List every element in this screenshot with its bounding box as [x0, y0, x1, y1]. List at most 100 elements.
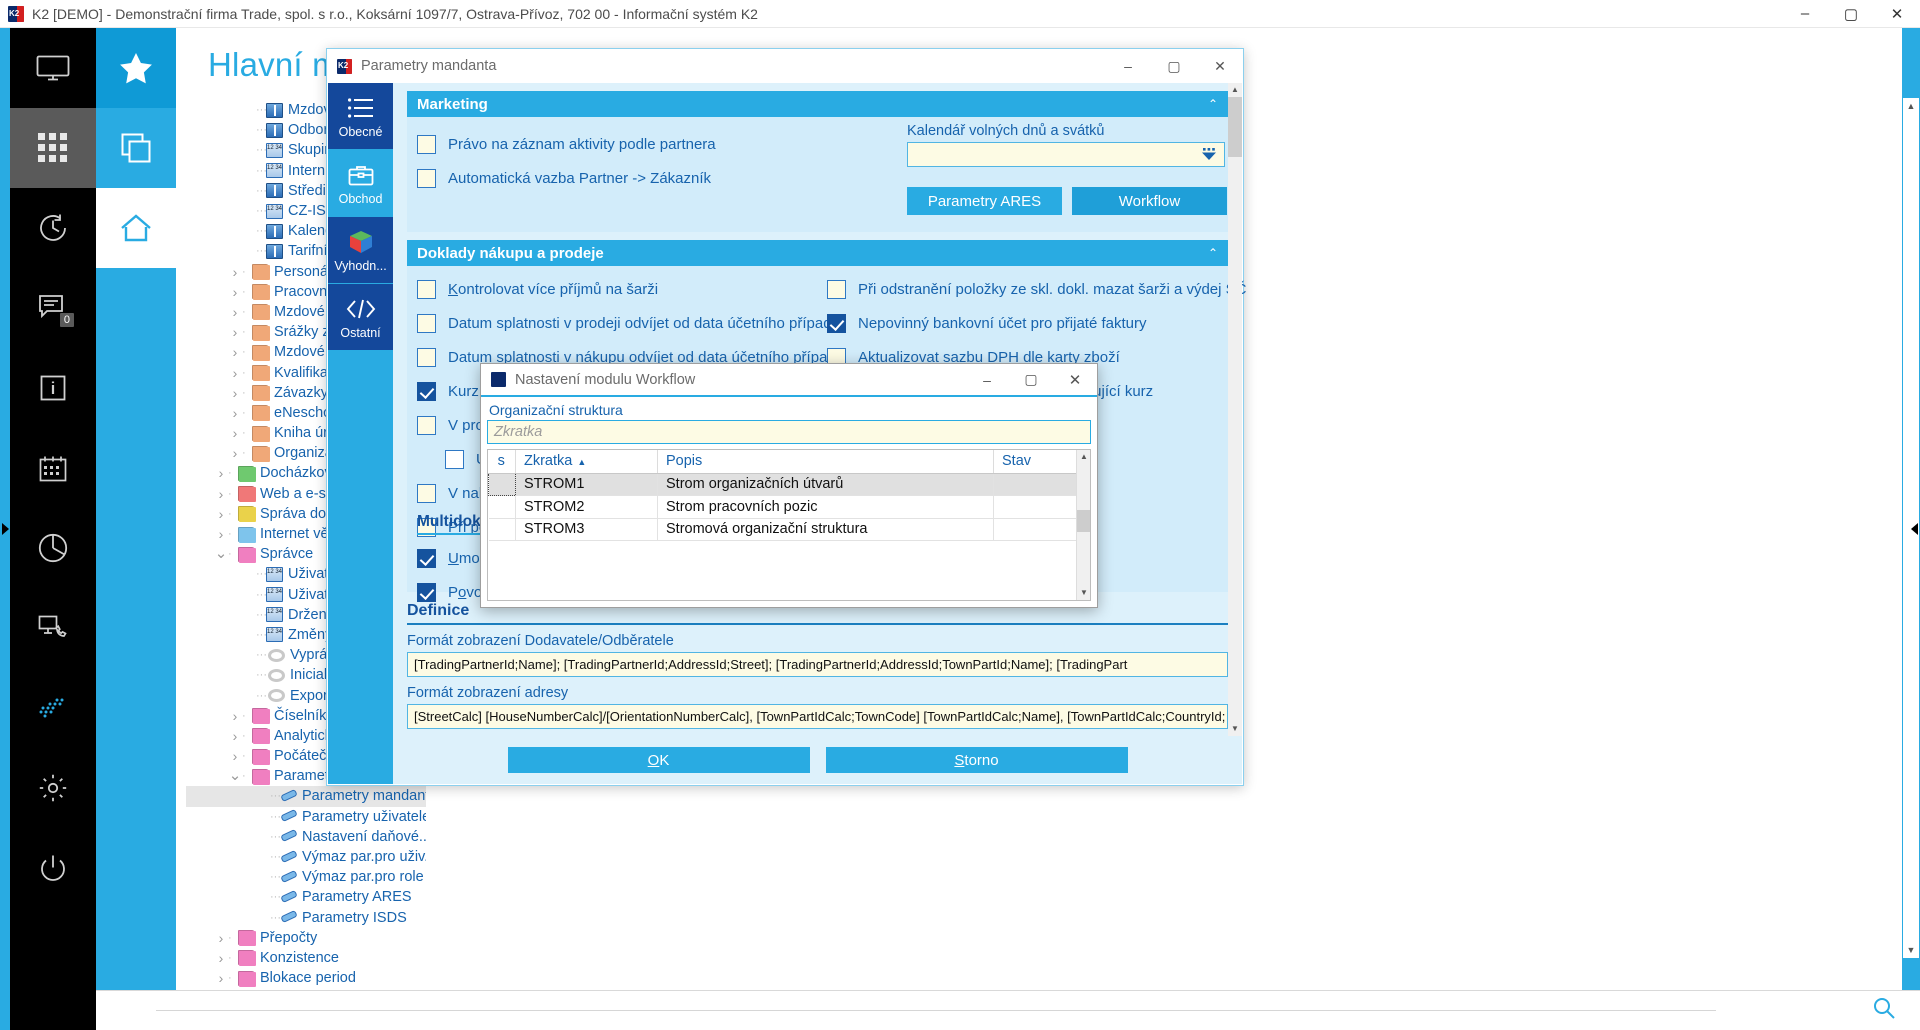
checkbox-datum-splatnosti-prodej[interactable] [417, 313, 436, 333]
expand-left-arrow-icon[interactable] [2, 523, 9, 535]
checkbox-povolit-zmenu-ceny[interactable] [417, 582, 436, 602]
workflow-close-button[interactable]: ✕ [1053, 364, 1097, 395]
storno-button[interactable]: Storno [825, 747, 1128, 773]
column-header-popis[interactable]: Popis [657, 450, 994, 474]
checkbox-umoznit-tvorbu-multidokladu[interactable] [417, 548, 436, 568]
table-row[interactable]: STROM3 Stromová organizační struktura [488, 518, 1090, 541]
chevron-up-icon[interactable]: ⌃ [1208, 246, 1218, 260]
checkbox-datum-splatnosti-nakup[interactable] [417, 347, 436, 367]
parametry-close-button[interactable]: ✕ [1197, 49, 1243, 83]
column-header-s[interactable]: s [488, 450, 516, 474]
checkbox-v-nabidkach-kreditni-limit[interactable] [417, 483, 436, 503]
chevron-right-icon[interactable]: › [228, 304, 242, 320]
column-header-zkratka[interactable]: Zkratka ▲ [515, 450, 658, 474]
chevron-right-icon[interactable]: › [228, 708, 242, 724]
chevron-right-icon[interactable]: › [228, 365, 242, 381]
workflow-maximize-button[interactable]: ▢ [1009, 364, 1053, 395]
tree-item[interactable]: › · Konzistence [186, 948, 426, 968]
parametry-maximize-button[interactable]: ▢ [1151, 49, 1197, 83]
chevron-right-icon[interactable]: › [214, 950, 228, 966]
checkbox-udaje-o-kreditnim-limitu[interactable] [445, 449, 464, 469]
parametry-minimize-button[interactable]: – [1105, 49, 1151, 83]
workflow-minimize-button[interactable]: – [965, 364, 1009, 395]
workflow-scroll-down-icon[interactable]: ▼ [1077, 586, 1091, 600]
chevron-right-icon[interactable]: › [214, 465, 228, 481]
workflow-scroll-up-icon[interactable]: ▲ [1077, 450, 1091, 464]
format-dodavatele-input[interactable]: [TradingPartnerId;Name]; [TradingPartner… [407, 652, 1228, 677]
parametry-nav-obchod[interactable]: Obchod [328, 150, 393, 217]
chevron-right-icon[interactable]: › [228, 405, 242, 421]
chevron-down-icon[interactable]: ⌄ [228, 768, 242, 783]
table-row[interactable]: STROM1 Strom organizačních útvarů [488, 472, 1090, 496]
format-adresy-input[interactable]: [StreetCalc] [HouseNumberCalc]/[Orientat… [407, 704, 1228, 729]
rail-item-history[interactable] [10, 188, 96, 268]
row-select-cell[interactable] [488, 495, 516, 519]
rail-item-settings[interactable] [10, 748, 96, 828]
chevron-right-icon[interactable]: › [214, 506, 228, 522]
checkbox-kontrolovat-vice-prijmu[interactable] [417, 279, 436, 299]
checkbox-row[interactable]: Nepovinný bankovní účet pro přijaté fakt… [827, 306, 1247, 340]
tree-item[interactable]: ··· Parametry mandanta [186, 786, 426, 807]
workflow-button[interactable]: Workflow [1072, 187, 1227, 215]
chevron-right-icon[interactable]: › [228, 264, 242, 280]
chevron-right-icon[interactable]: › [214, 486, 228, 502]
tree-item[interactable]: › · Blokace period [186, 968, 426, 988]
workflow-dialog-titlebar[interactable]: Nastavení modulu Workflow – ▢ ✕ [481, 364, 1097, 395]
cyanrail-item-favorites[interactable] [96, 28, 176, 108]
checkbox-row[interactable]: Datum splatnosti v prodeji odvíjet od da… [417, 306, 844, 340]
outer-scroll-up-icon[interactable]: ▲ [1903, 98, 1919, 114]
chevron-down-icon[interactable] [1200, 147, 1218, 163]
parametry-nav-ostatni[interactable]: Ostatní [328, 284, 393, 351]
checkbox-nepovinny-bankovni-ucet[interactable] [827, 313, 846, 333]
parametry-nav-obecne[interactable]: Obecné [328, 83, 393, 150]
tree-item[interactable]: ··· Výmaz par.pro uživ. [186, 847, 426, 867]
rail-item-desktop[interactable] [10, 28, 96, 108]
tree-item[interactable]: ··· Parametry uživatele [186, 807, 426, 827]
chevron-right-icon[interactable]: › [228, 385, 242, 401]
rail-item-messages[interactable]: 0 [10, 268, 96, 348]
rail-item-news[interactable] [10, 668, 96, 748]
checkbox-pravo-na-zaznam-aktivity[interactable] [417, 134, 436, 154]
chevron-right-icon[interactable]: › [214, 930, 228, 946]
tree-item[interactable]: ··· Parametry ISDS [186, 908, 426, 928]
tree-item[interactable]: ··· Parametry ARES [186, 887, 426, 907]
expand-right-arrow-icon[interactable] [1911, 523, 1918, 535]
rail-item-remote-support[interactable] [10, 588, 96, 668]
doklady-section-header[interactable]: Doklady nákupu a prodeje ⌃ [407, 240, 1228, 266]
parametry-nav-vyhodnoceni[interactable]: Vyhodn... [328, 217, 393, 284]
parametry-scroll-down-icon[interactable]: ▼ [1228, 722, 1242, 736]
checkbox-automaticka-vazba-partner[interactable] [417, 168, 436, 188]
calendar-field-input[interactable] [907, 142, 1225, 167]
window-close-button[interactable]: ✕ [1874, 0, 1920, 28]
rail-item-reports[interactable] [10, 508, 96, 588]
chevron-down-icon[interactable]: ⌄ [214, 546, 228, 561]
rail-item-power[interactable] [10, 828, 96, 908]
window-maximize-button[interactable]: ▢ [1828, 0, 1874, 28]
chevron-right-icon[interactable]: › [228, 445, 242, 461]
chevron-right-icon[interactable]: › [228, 425, 242, 441]
chevron-up-icon[interactable]: ⌃ [1208, 97, 1218, 111]
checkbox-row[interactable]: Právo na záznam aktivity podle partnera [417, 127, 716, 161]
chevron-right-icon[interactable]: › [228, 344, 242, 360]
parametry-ares-button[interactable]: Parametry ARES [907, 187, 1062, 215]
checkbox-row[interactable]: Automatická vazba Partner -> Zákazník [417, 161, 716, 195]
chevron-right-icon[interactable]: › [228, 748, 242, 764]
workflow-scroll-thumb[interactable] [1077, 510, 1090, 532]
workflow-table-scrollbar[interactable]: ▲ ▼ [1076, 450, 1090, 600]
chevron-right-icon[interactable]: › [228, 284, 242, 300]
tree-item[interactable]: ··· Nastavení daňové... [186, 827, 426, 847]
cyanrail-item-modules[interactable] [96, 108, 176, 188]
parametry-scroll-thumb[interactable] [1228, 97, 1242, 157]
outer-scroll-down-icon[interactable]: ▼ [1903, 942, 1919, 958]
checkbox-row[interactable]: Při odstranění položky ze skl. dokl. maz… [827, 272, 1247, 306]
parametry-dialog-titlebar[interactable]: Parametry mandanta – ▢ ✕ [327, 49, 1243, 83]
chevron-right-icon[interactable]: › [214, 526, 228, 542]
workflow-search-input[interactable]: Zkratka [487, 420, 1091, 444]
marketing-section-header[interactable]: Marketing ⌃ [407, 91, 1228, 117]
rail-item-modules[interactable] [10, 108, 96, 188]
chevron-right-icon[interactable]: › [228, 324, 242, 340]
tree-item[interactable]: › · Přepočty [186, 928, 426, 948]
cyanrail-item-home[interactable] [96, 188, 176, 268]
checkbox-v-prodeji-kreditni-limit[interactable] [417, 415, 436, 435]
parametry-scrollbar[interactable]: ▲ ▼ [1228, 83, 1242, 736]
